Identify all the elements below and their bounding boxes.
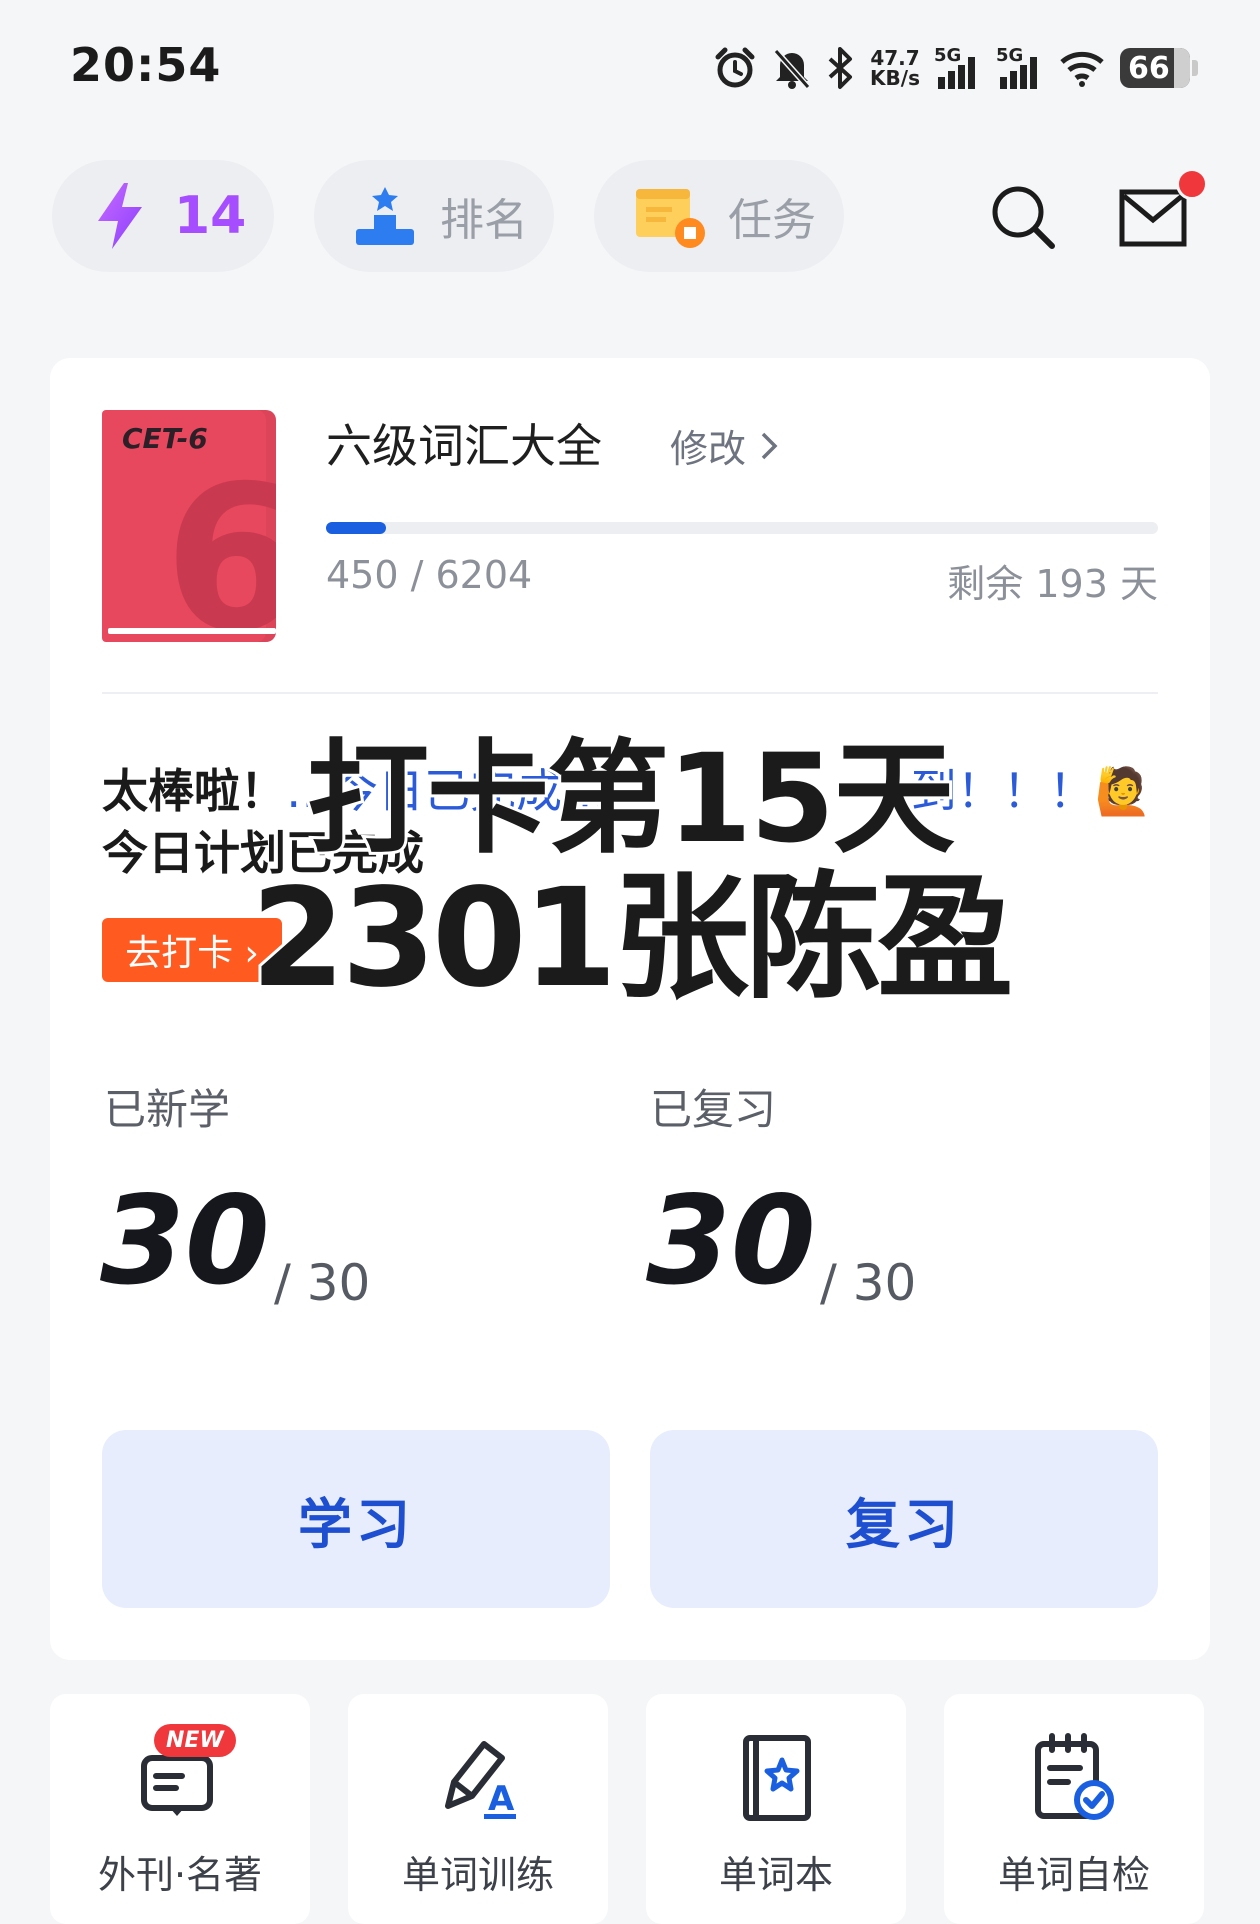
new-badge: NEW: [154, 1724, 236, 1757]
edit-label: 修改: [670, 427, 747, 471]
bluetooth-icon: [828, 47, 853, 89]
net-speed: 47.7 KB/s: [870, 48, 920, 88]
tile-label: 外刊·名著: [97, 1853, 263, 1897]
scroll-coin-icon: [636, 189, 705, 248]
status-icons: 47.7 KB/s 5G 5G 66: [712, 40, 1198, 96]
reviewed-count: 30: [646, 1170, 816, 1312]
remaining-days: 剩余 193 天: [947, 562, 1158, 606]
signal-icon-1: 5G: [934, 45, 982, 91]
study-button[interactable]: 学习: [102, 1430, 610, 1608]
tile-word-training[interactable]: A 单词训练: [348, 1694, 608, 1924]
divider: [102, 692, 1158, 694]
status-time: 20:54: [70, 38, 222, 92]
reviewed-total: / 30: [820, 1254, 917, 1312]
progress-count: 450 / 6204: [326, 553, 533, 597]
task-label: 任务: [728, 195, 816, 246]
rank-label: 排名: [440, 195, 528, 246]
review-button[interactable]: 复习: [650, 1430, 1158, 1608]
book-cover[interactable]: CET-6 6: [102, 410, 276, 642]
streak-pill[interactable]: 14: [52, 160, 274, 272]
new-learned-count: 30: [100, 1170, 270, 1312]
signal-icon-2: 5G: [996, 45, 1044, 91]
rank-button[interactable]: 排名: [314, 160, 554, 272]
new-learned-label: 已新学: [104, 1085, 231, 1134]
tile-label: 单词自检: [997, 1853, 1150, 1897]
book-title: 六级词汇大全: [326, 419, 602, 473]
notification-dot: [1176, 168, 1208, 200]
tile-self-check[interactable]: 单词自检: [944, 1694, 1204, 1924]
wifi-icon: [1060, 51, 1104, 87]
mail-icon[interactable]: [1118, 188, 1188, 248]
alarm-icon: [715, 47, 755, 88]
book-number: 6: [164, 443, 276, 643]
svg-text:A: A: [488, 1779, 515, 1819]
tile-wordbook[interactable]: 单词本: [646, 1694, 906, 1924]
star-notebook-icon: [743, 1735, 811, 1821]
new-learned-total: / 30: [274, 1254, 371, 1312]
reviewed-label: 已复习: [650, 1085, 777, 1134]
battery-level: 66: [1128, 50, 1170, 86]
progress-fill: [326, 522, 387, 534]
tile-reading[interactable]: NEW 外刊·名著: [50, 1694, 310, 1924]
mute-bell-icon: [773, 49, 811, 89]
net-speed-value: 47.7: [870, 46, 920, 70]
task-button[interactable]: 任务: [594, 160, 844, 272]
tile-label: 单词本: [718, 1853, 833, 1897]
search-icon[interactable]: [988, 182, 1058, 252]
chevron-right-icon: [761, 432, 778, 459]
net-speed-unit: KB/s: [870, 66, 920, 90]
edit-book-link[interactable]: 修改: [670, 418, 778, 473]
lightning-icon: [98, 183, 142, 249]
overlay-user-name: 2301张陈盈: [248, 857, 1017, 1021]
pen-a-icon: A: [445, 1741, 516, 1819]
podium-icon: [356, 187, 414, 245]
calendar-check-icon: [1035, 1733, 1114, 1820]
streak-count: 14: [174, 186, 247, 246]
tile-label: 单词训练: [401, 1853, 554, 1897]
battery-icon: 66: [1120, 48, 1198, 88]
progress-bar: [326, 522, 1158, 534]
